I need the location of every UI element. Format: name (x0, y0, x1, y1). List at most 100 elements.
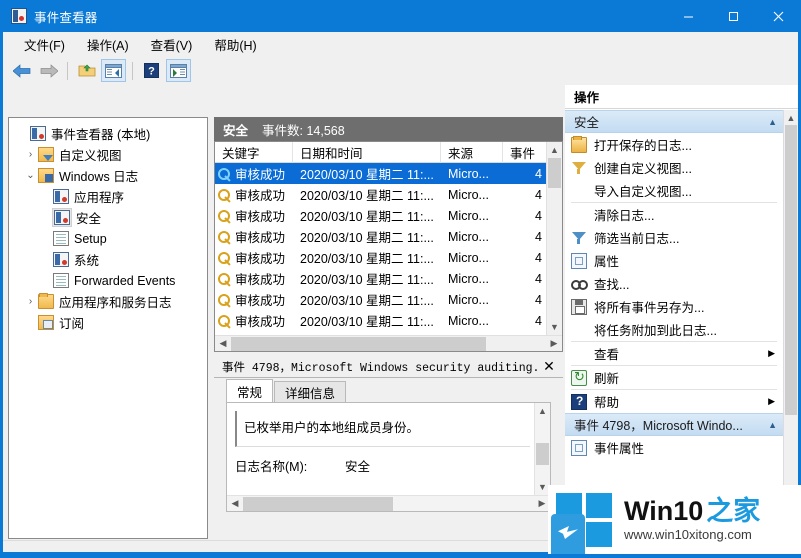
details-vertical-scrollbar[interactable]: ▲ ▼ (534, 403, 550, 495)
details-body[interactable]: 已枚举用户的本地组成员身份。 日志名称(M): 安全 ▲ ▼ ◀ ▶ (226, 402, 551, 512)
tab-general[interactable]: 常规 (226, 379, 274, 402)
chevron-right-icon[interactable]: › (23, 296, 38, 307)
horizontal-scroll-thumb[interactable] (243, 496, 393, 511)
action-view[interactable]: 查看 ▶ (565, 342, 783, 365)
event-list-horizontal-scrollbar[interactable]: ◀ ▶ (215, 335, 562, 351)
horizontal-scroll-track[interactable] (243, 496, 534, 512)
tree-item-security[interactable]: 安全 (9, 207, 207, 228)
submenu-arrow-icon[interactable]: ▶ (768, 396, 783, 407)
table-row[interactable]: 审核成功 2020/03/10 星期二 11:... Micro... 4 (215, 226, 562, 247)
create-custom-view-icon (571, 160, 587, 176)
event-list[interactable]: 关键字 日期和时间 来源 事件 审核成功 2020/03/10 星期二 11:.… (214, 141, 563, 352)
close-icon[interactable]: ✕ (541, 358, 557, 375)
windows-logs-folder-icon (38, 168, 54, 183)
scroll-up-arrow-icon[interactable]: ▲ (784, 110, 798, 125)
table-row[interactable]: 审核成功 2020/03/10 星期二 11:... Micro... 4 (215, 268, 562, 289)
tree-item-windows-logs[interactable]: ⌄ Windows 日志 (9, 165, 207, 186)
chevron-down-icon[interactable]: ⌄ (23, 170, 38, 181)
menu-file[interactable]: 文件(F) (13, 32, 76, 57)
menu-view[interactable]: 查看(V) (140, 32, 204, 57)
minimize-button[interactable] (666, 0, 711, 32)
table-row[interactable]: 审核成功 2020/03/10 星期二 11:... Micro... 4 (215, 289, 562, 310)
action-help[interactable]: 帮助 ▶ (565, 390, 783, 413)
toolbar-separator (67, 61, 68, 80)
scroll-down-arrow-icon[interactable]: ▼ (547, 319, 562, 335)
table-row[interactable]: 审核成功 2020/03/10 星期二 11:... Micro... 4 (215, 163, 562, 184)
action-find[interactable]: 查找... (565, 272, 783, 295)
tree-item-subscriptions[interactable]: 订阅 (9, 312, 207, 333)
action-attach-task-to-log[interactable]: 将任务附加到此日志... (565, 318, 783, 341)
column-header-datetime[interactable]: 日期和时间 (293, 142, 441, 163)
vertical-scroll-thumb[interactable] (785, 125, 797, 415)
column-header-event-id[interactable]: 事件 (503, 142, 547, 163)
back-arrow-icon[interactable] (9, 59, 34, 82)
tree-item-system[interactable]: 系统 (9, 249, 207, 270)
event-viewer-icon (11, 8, 27, 24)
horizontal-scroll-thumb[interactable] (231, 336, 486, 351)
audit-success-key-icon (218, 272, 232, 286)
chevron-right-icon[interactable]: › (23, 149, 38, 160)
action-label: 帮助 (594, 396, 620, 410)
tree-item-application[interactable]: 应用程序 (9, 186, 207, 207)
column-header-source[interactable]: 来源 (441, 142, 503, 163)
cell-event-id: 4 (535, 292, 542, 307)
maximize-button[interactable] (711, 0, 756, 32)
details-horizontal-scrollbar[interactable]: ◀ ▶ (227, 495, 550, 511)
action-filter-current-log[interactable]: 筛选当前日志... (565, 226, 783, 249)
tree-item-forwarded-events[interactable]: Forwarded Events (9, 270, 207, 291)
chevron-up-icon[interactable]: ▲ (768, 117, 777, 127)
tree-item-custom-views[interactable]: › 自定义视图 (9, 144, 207, 165)
cell-source: Micro... (448, 187, 489, 202)
menu-help[interactable]: 帮助(H) (203, 32, 267, 57)
show-hide-actions-icon[interactable] (166, 59, 191, 82)
submenu-arrow-icon[interactable]: ▶ (768, 348, 783, 359)
folder-icon (38, 293, 54, 309)
cell-keyword: 审核成功 (235, 189, 286, 203)
scroll-left-arrow-icon[interactable]: ◀ (227, 498, 243, 509)
forward-arrow-icon[interactable] (36, 59, 61, 82)
cell-source: Micro... (448, 208, 489, 223)
menu-action[interactable]: 操作(A) (76, 32, 140, 57)
title-bar: 事件查看器 (0, 0, 801, 32)
event-message: 已枚举用户的本地组成员身份。 (235, 411, 530, 447)
horizontal-scroll-track[interactable] (231, 336, 546, 352)
tab-details[interactable]: 详细信息 (274, 381, 347, 402)
action-refresh[interactable]: 刷新 (565, 366, 783, 389)
action-clear-log[interactable]: 清除日志... (565, 203, 783, 226)
tree-item-applications-and-services-logs[interactable]: › 应用程序和服务日志 (9, 291, 207, 312)
table-row[interactable]: 审核成功 2020/03/10 星期二 11:... Micro... 4 (215, 184, 562, 205)
actions-scrollbar[interactable]: ▲ (783, 110, 798, 540)
actions-group-event[interactable]: 事件 4798，Microsoft Windo... ▲ (565, 413, 783, 436)
tree-item-setup[interactable]: Setup (9, 228, 207, 249)
vertical-scroll-thumb[interactable] (548, 158, 561, 188)
close-button[interactable] (756, 0, 801, 32)
scroll-left-arrow-icon[interactable]: ◀ (215, 338, 231, 349)
vertical-scroll-thumb[interactable] (536, 443, 549, 465)
chevron-up-icon[interactable]: ▲ (768, 420, 777, 430)
action-event-properties[interactable]: 事件属性 (565, 436, 783, 459)
scroll-right-arrow-icon[interactable]: ▶ (546, 338, 562, 349)
table-row[interactable]: 审核成功 2020/03/10 星期二 11:... Micro... 4 (215, 247, 562, 268)
action-import-custom-view[interactable]: 导入自定义视图... (565, 179, 783, 202)
action-open-saved-log[interactable]: 打开保存的日志... (565, 133, 783, 156)
scroll-up-arrow-icon[interactable]: ▲ (535, 403, 550, 419)
table-row[interactable]: 审核成功 2020/03/10 星期二 11:... Micro... 4 (215, 205, 562, 226)
audit-success-key-icon (218, 293, 232, 307)
show-hide-tree-icon[interactable] (101, 59, 126, 82)
actions-group-security[interactable]: 安全 ▲ (565, 110, 783, 133)
tree-item-event-viewer-local[interactable]: 事件查看器 (本地) (9, 123, 207, 144)
column-header-keyword[interactable]: 关键字 (215, 142, 293, 163)
cell-keyword: 审核成功 (235, 252, 286, 266)
action-properties[interactable]: 属性 (565, 249, 783, 272)
event-viewer-icon (30, 126, 46, 141)
tree-item-label: Setup (74, 231, 107, 246)
table-row[interactable]: 审核成功 2020/03/10 星期二 11:... Micro... 4 (215, 310, 562, 331)
action-create-custom-view[interactable]: 创建自定义视图... (565, 156, 783, 179)
help-icon[interactable]: ? (139, 59, 164, 82)
actions-list: 安全 ▲ 打开保存的日志... 创建自定义视图... 导入自定义视图... 清除… (565, 110, 783, 540)
console-tree-pane[interactable]: 事件查看器 (本地) › 自定义视图 ⌄ Windows 日志 应用程序 安全 … (8, 117, 208, 539)
scroll-up-arrow-icon[interactable]: ▲ (547, 142, 562, 158)
event-list-vertical-scrollbar[interactable]: ▲ ▼ (546, 142, 562, 335)
open-folder-icon[interactable] (74, 59, 99, 82)
action-save-all-events-as[interactable]: 将所有事件另存为... (565, 295, 783, 318)
